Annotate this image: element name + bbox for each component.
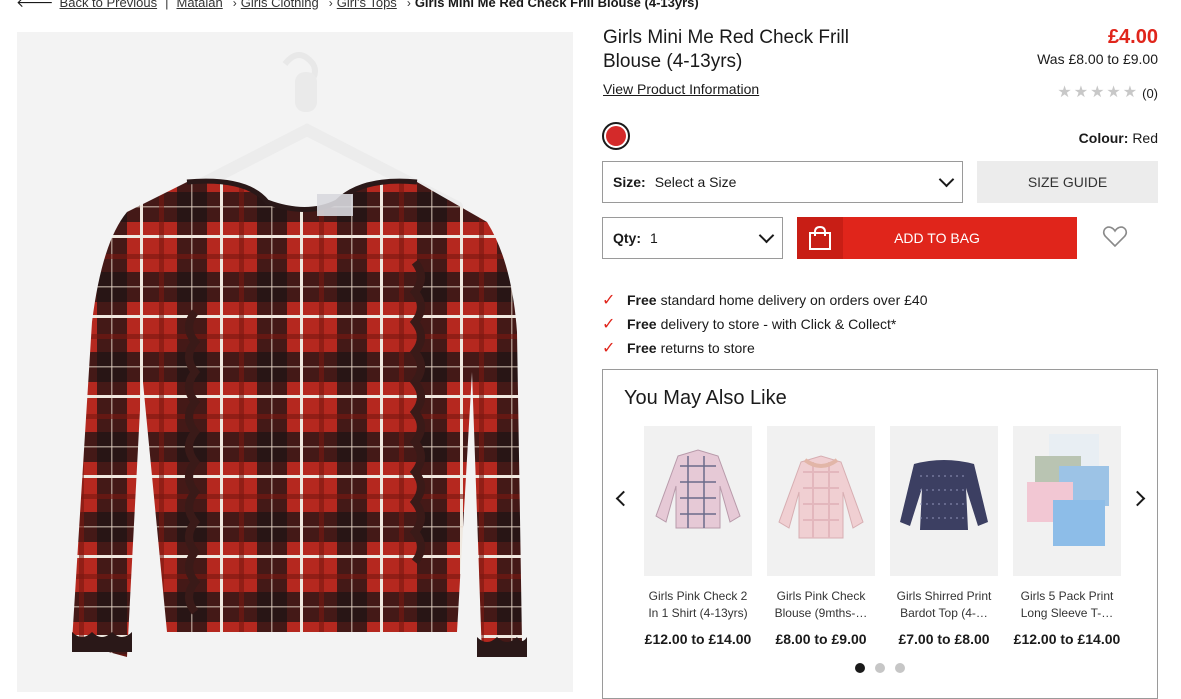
qty-label: Qty: <box>613 230 641 246</box>
delivery-benefits: ✓ Free standard home delivery on orders ov… <box>602 288 928 360</box>
breadcrumb-current: Girls Mini Me Red Check Frill Blouse (4-… <box>414 0 699 10</box>
was-price: Was £8.00 to £9.00 <box>1037 51 1158 67</box>
size-guide-button[interactable]: SIZE GUIDE <box>977 161 1158 203</box>
colour-indicator: Colour: Red <box>1079 130 1158 146</box>
star-icon: ★ <box>1122 84 1138 101</box>
breadcrumb: 🡐 Back to Previous | Matalan › Girls Clo… <box>16 0 699 11</box>
benefit-bold: Free <box>627 292 657 308</box>
chevron-down-icon <box>938 171 955 188</box>
recommendation-price: £7.00 to £8.00 <box>898 631 990 647</box>
carousel-dot[interactable] <box>875 663 885 673</box>
back-arrow-icon[interactable]: 🡐 <box>16 0 54 11</box>
chevron-down-icon <box>758 227 775 244</box>
breadcrumb-divider: | <box>165 0 169 10</box>
product-title: Girls Mini Me Red Check Frill Blouse (4-… <box>603 27 849 72</box>
add-to-bag-button[interactable]: ADD TO BAG <box>797 217 1077 259</box>
star-icon: ★ <box>1073 84 1089 101</box>
view-product-information-link[interactable]: View Product Information <box>603 81 759 97</box>
swatch-fill <box>606 126 626 146</box>
recommendation-item[interactable]: Girls Pink Check 2 In 1 Shirt (4-13yrs) … <box>644 426 752 647</box>
recommendations-panel: You May Also Like Girls Pink Check 2 In … <box>602 369 1158 699</box>
heart-icon[interactable] <box>1102 225 1128 254</box>
recommendation-name: Girls Pink Check Blouse (9mths-… <box>774 589 868 620</box>
carousel-dot[interactable] <box>855 663 865 673</box>
carousel-dots <box>855 663 905 673</box>
recommendation-name: Girls Pink Check 2 In 1 Shirt (4-13yrs) <box>648 589 748 620</box>
product-image[interactable] <box>17 32 573 692</box>
product-thumbnail <box>644 426 752 576</box>
benefit-bold: Free <box>627 316 657 332</box>
size-label: Size: <box>613 174 646 190</box>
benefit-bold: Free <box>627 340 657 356</box>
breadcrumb-item-girls-clothing[interactable]: Girls Clothing <box>241 0 319 10</box>
recommendation-price: £12.00 to £14.00 <box>1013 631 1121 647</box>
colour-swatch-red[interactable] <box>602 122 630 150</box>
shopping-bag-icon <box>797 217 843 259</box>
recommendations-heading: You May Also Like <box>624 387 787 409</box>
chevron-right-icon: › <box>406 0 411 10</box>
product-thumbnail <box>767 426 875 576</box>
benefit-item: ✓ Free returns to store <box>602 336 928 360</box>
recommendation-name: Girls 5 Pack Print Long Sleeve T-… <box>1020 589 1114 620</box>
colour-value: Red <box>1132 130 1158 146</box>
colour-label: Colour: <box>1078 130 1129 146</box>
star-icon: ★ <box>1090 84 1105 101</box>
benefit-text: standard home delivery on orders over £4… <box>660 292 928 308</box>
chevron-right-icon: › <box>328 0 333 10</box>
recommendation-price: £8.00 to £9.00 <box>775 631 867 647</box>
benefit-item: ✓ Free standard home delivery on orders ov… <box>602 288 928 312</box>
blouse-illustration <box>72 52 527 657</box>
quantity-select[interactable]: Qty: 1 <box>602 217 783 259</box>
qty-value: 1 <box>650 230 658 246</box>
breadcrumb-item-girls-tops[interactable]: Girl's Tops <box>337 0 397 10</box>
breadcrumb-item-matalan[interactable]: Matalan <box>176 0 222 10</box>
product-price: £4.00 <box>1107 26 1158 48</box>
recommendation-item[interactable]: Girls 5 Pack Print Long Sleeve T-… £12.0… <box>1013 426 1121 647</box>
benefit-item: ✓ Free delivery to store - with Click & Co… <box>602 312 928 336</box>
chevron-right-icon: › <box>232 0 237 10</box>
carousel-next-icon[interactable] <box>1127 486 1147 510</box>
star-icon: ★ <box>1106 84 1121 101</box>
rating-count: (0) <box>1142 85 1158 101</box>
add-to-bag-label: ADD TO BAG <box>894 230 980 246</box>
check-icon: ✓ <box>602 340 616 357</box>
check-icon: ✓ <box>602 316 616 333</box>
benefit-text: returns to store <box>660 340 755 356</box>
check-icon: ✓ <box>602 292 616 309</box>
benefit-text: delivery to store - with Click & Collect… <box>660 316 897 332</box>
product-thumbnail <box>890 426 998 576</box>
product-thumbnail <box>1013 426 1121 576</box>
carousel-prev-icon[interactable] <box>613 486 633 510</box>
product-rating[interactable]: ★ ★ ★ ★ ★ (0) <box>1057 85 1158 101</box>
carousel-dot[interactable] <box>895 663 905 673</box>
back-to-previous-link[interactable]: Back to Previous <box>60 0 158 10</box>
star-icon: ★ <box>1057 84 1072 101</box>
recommendation-price: £12.00 to £14.00 <box>644 631 752 647</box>
recommendation-item[interactable]: Girls Pink Check Blouse (9mths-… £8.00 t… <box>767 426 875 647</box>
recommendation-item[interactable]: Girls Shirred Print Bardot Top (4-… £7.0… <box>890 426 998 647</box>
size-select[interactable]: Size: Select a Size <box>602 161 963 203</box>
size-value: Select a Size <box>654 174 737 190</box>
recommendation-name: Girls Shirred Print Bardot Top (4-… <box>896 589 992 620</box>
